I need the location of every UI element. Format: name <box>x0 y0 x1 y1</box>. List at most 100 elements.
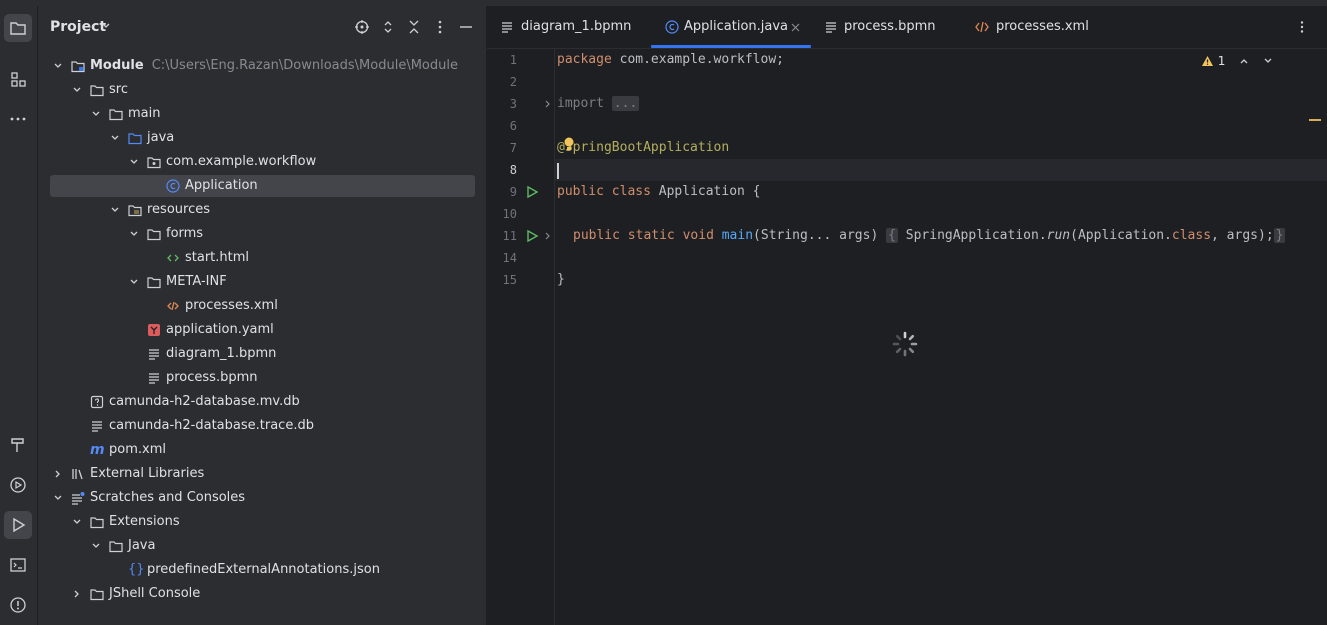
services-tool-button[interactable] <box>4 471 32 499</box>
tree-item-label: predefinedExternalAnnotations.json <box>147 562 380 577</box>
tab-process-bpmn[interactable]: process.bpmn <box>825 6 936 48</box>
loading-spinner-icon <box>892 331 918 357</box>
chevron-down-icon[interactable] <box>109 132 121 144</box>
tree-item-pom-xml[interactable]: m pom.xml <box>38 438 486 462</box>
current-line-highlight <box>554 159 1327 181</box>
fold-expand-icon[interactable] <box>543 230 553 242</box>
more-vertical-icon[interactable] <box>432 19 448 35</box>
tree-item-main[interactable]: main <box>38 102 486 126</box>
locate-icon[interactable] <box>354 19 370 35</box>
problems-tool-button[interactable] <box>4 591 32 619</box>
chevron-down-icon[interactable] <box>109 204 121 216</box>
folder-icon <box>109 541 123 553</box>
chevron-down-icon[interactable] <box>90 108 102 120</box>
tree-item-extensions[interactable]: Extensions <box>38 510 486 534</box>
tree-item-mv-db[interactable]: camunda-h2-database.mv.db <box>38 390 486 414</box>
collapse-all-icon[interactable] <box>406 19 422 35</box>
terminal-icon <box>10 558 26 572</box>
tab-label: processes.xml <box>996 19 1089 34</box>
project-tool-button[interactable] <box>4 14 32 42</box>
line-number: 14 <box>502 251 517 265</box>
tree-item-resources[interactable]: resources <box>38 198 486 222</box>
tree-item-label: Scratches and Consoles <box>90 490 246 505</box>
tree-item-label: src <box>109 82 128 97</box>
chevron-down-icon[interactable] <box>101 21 111 31</box>
expand-collapse-icon[interactable] <box>380 19 396 35</box>
chevron-down-icon[interactable] <box>71 516 83 528</box>
selection-highlight <box>50 175 475 197</box>
chevron-down-icon[interactable] <box>52 492 64 504</box>
folder-icon <box>147 229 161 241</box>
code-line-3: import ... <box>557 96 640 111</box>
text-file-icon <box>149 373 159 384</box>
tree-item-processes-xml[interactable]: processes.xml <box>38 294 486 318</box>
inspection-widget[interactable]: 1 <box>1201 54 1273 68</box>
tree-item-application[interactable]: Application <box>38 174 486 198</box>
code-line-11: public static void main(String... args) … <box>573 228 1286 243</box>
line-number: 10 <box>502 207 517 221</box>
tree-item-scratches[interactable]: Scratches and Consoles <box>38 486 486 510</box>
tree-item-jshell-console[interactable]: JShell Console <box>38 582 486 606</box>
more-tools-button[interactable] <box>4 105 32 133</box>
run-gutter-icon[interactable] <box>525 185 539 199</box>
chevron-right-icon[interactable] <box>71 588 83 600</box>
tab-diagram-bpmn[interactable]: diagram_1.bpmn <box>501 6 631 48</box>
tree-item-diagram-bpmn[interactable]: diagram_1.bpmn <box>38 342 486 366</box>
chevron-down-icon[interactable] <box>128 156 140 168</box>
tree-item-java-ext[interactable]: Java <box>38 534 486 558</box>
tree-item-package[interactable]: com.example.workflow <box>38 150 486 174</box>
fold-expand-icon[interactable] <box>543 98 553 110</box>
editor-gutter: 1 2 3 6 7 8 9 10 11 14 15 <box>487 49 555 625</box>
tree-item-module[interactable]: Module C:\Users\Eng.Razan\Downloads\Modul… <box>38 54 486 78</box>
folded-imports[interactable]: ... <box>611 96 640 111</box>
tree-item-meta-inf[interactable]: META-INF <box>38 270 486 294</box>
project-panel-title[interactable]: Project <box>50 19 106 35</box>
scratches-icon <box>72 492 85 505</box>
minimize-icon[interactable] <box>458 19 474 35</box>
services-icon <box>10 477 26 493</box>
run-tool-button[interactable] <box>4 511 32 539</box>
source-folder-icon <box>128 133 142 145</box>
tree-item-json[interactable]: {} predefinedExternalAnnotations.json <box>38 558 486 582</box>
active-tab-indicator <box>651 45 811 48</box>
tree-item-process-bpmn[interactable]: process.bpmn <box>38 366 486 390</box>
tree-item-java[interactable]: java <box>38 126 486 150</box>
lightbulb-icon[interactable] <box>563 137 575 151</box>
tab-processes-xml[interactable]: processes.xml <box>975 6 1089 48</box>
tree-item-label: java <box>147 130 175 145</box>
tree-item-forms[interactable]: forms <box>38 222 486 246</box>
close-icon[interactable] <box>791 23 800 32</box>
more-vertical-icon[interactable] <box>1295 20 1309 34</box>
warning-count: 1 <box>1217 54 1226 68</box>
code-line-7: @SpringBootApplication <box>557 140 730 155</box>
tree-item-trace-db[interactable]: camunda-h2-database.trace.db <box>38 414 486 438</box>
chevron-down-icon[interactable] <box>52 60 64 72</box>
tree-item-label: Extensions <box>109 514 180 529</box>
chevron-down-icon[interactable] <box>1263 56 1273 66</box>
run-gutter-icon[interactable] <box>525 229 539 243</box>
warning-stripe-marker[interactable] <box>1309 119 1321 121</box>
tree-item-external-libraries[interactable]: External Libraries <box>38 462 486 486</box>
tree-item-label: camunda-h2-database.trace.db <box>109 418 314 433</box>
structure-tool-button[interactable] <box>4 65 32 93</box>
tree-item-label: main <box>128 106 161 121</box>
tree-item-application-yaml[interactable]: application.yaml <box>38 318 486 342</box>
chevron-down-icon[interactable] <box>128 276 140 288</box>
chevron-down-icon[interactable] <box>128 228 140 240</box>
folder-icon <box>90 85 104 97</box>
tree-item-src[interactable]: src <box>38 78 486 102</box>
xml-file-icon <box>975 21 989 33</box>
maven-file-icon: m <box>90 442 105 458</box>
tree-item-start-html[interactable]: start.html <box>38 246 486 270</box>
folder-icon <box>10 22 26 35</box>
tree-item-label: processes.xml <box>185 298 278 313</box>
json-file-icon: {} <box>128 562 145 577</box>
tree-item-label: application.yaml <box>166 322 274 337</box>
chevron-down-icon[interactable] <box>71 84 83 96</box>
chevron-up-icon[interactable] <box>1239 56 1249 66</box>
tab-application-java[interactable]: Application.java <box>651 6 811 48</box>
build-tool-button[interactable] <box>4 431 32 459</box>
chevron-down-icon[interactable] <box>90 540 102 552</box>
chevron-right-icon[interactable] <box>52 468 64 480</box>
terminal-tool-button[interactable] <box>4 551 32 579</box>
